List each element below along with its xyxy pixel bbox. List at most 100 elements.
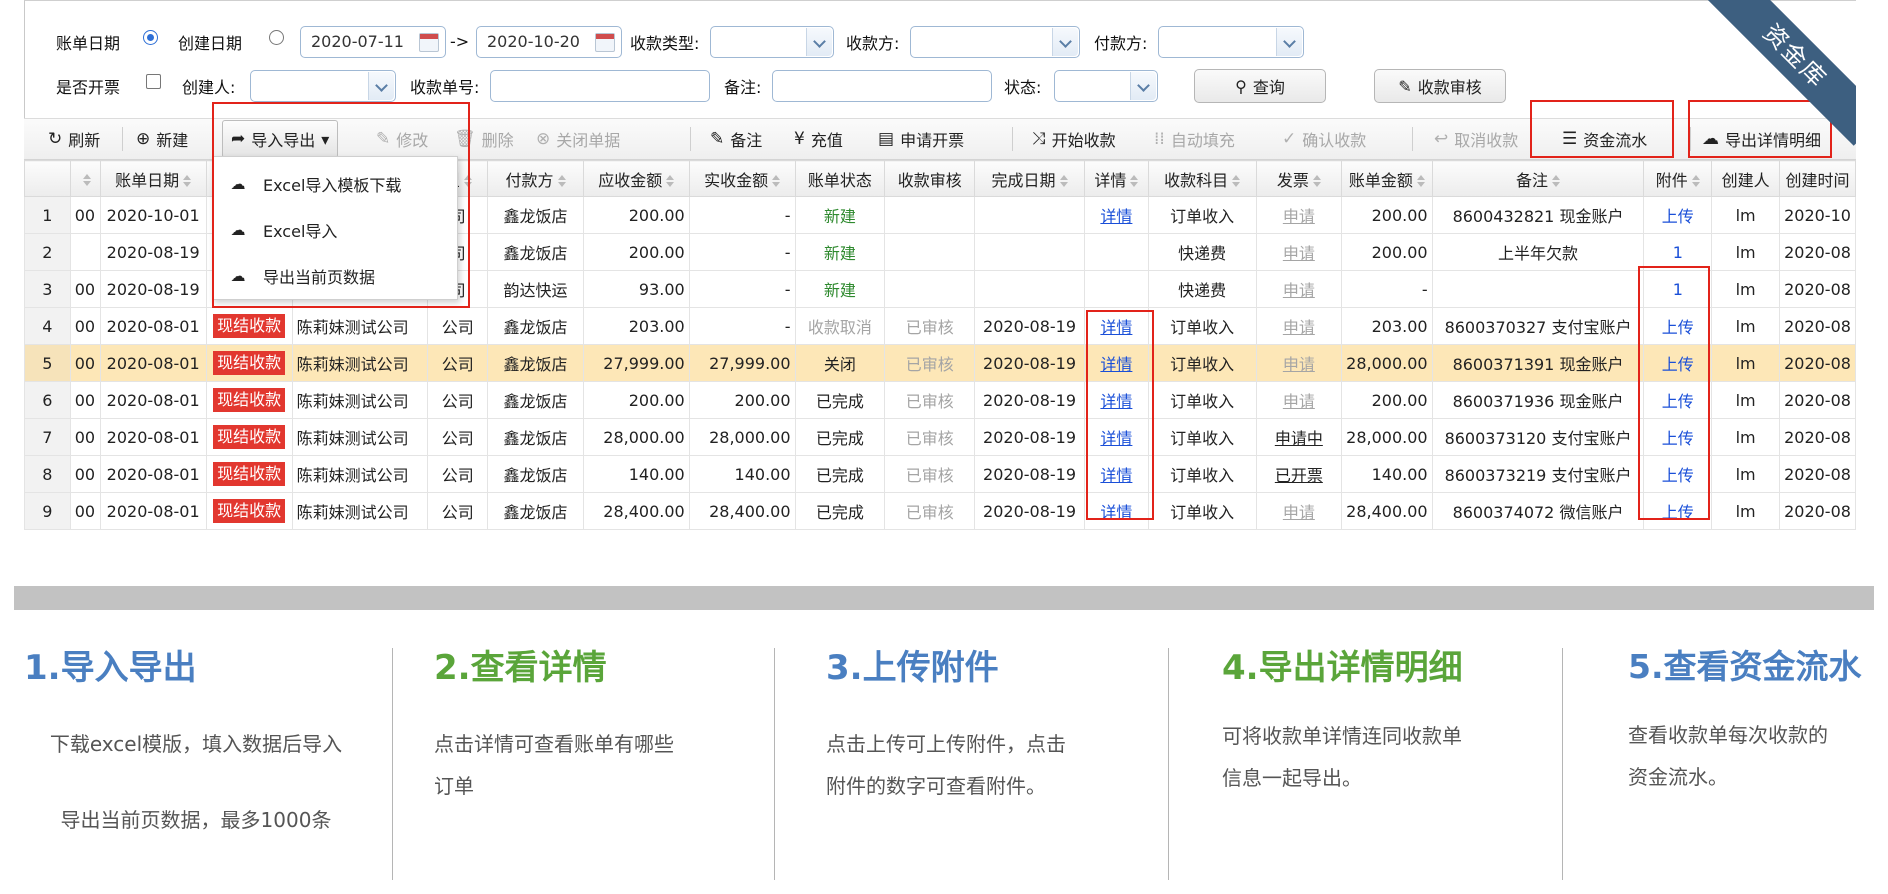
- date-to-input[interactable]: 2020-10-20: [476, 26, 622, 58]
- refresh-button[interactable]: ↻ 刷新: [48, 119, 100, 159]
- detail-link[interactable]: 详情: [1100, 318, 1132, 337]
- cell-invoice[interactable]: 申请: [1255, 381, 1343, 419]
- menu-item-export-page[interactable]: ☁ 导出当前页数据: [213, 253, 457, 299]
- cell-invoice[interactable]: 申请: [1255, 307, 1343, 345]
- column-header-subject[interactable]: 收款科目: [1147, 160, 1257, 197]
- detail-link[interactable]: 详情: [1100, 429, 1132, 448]
- column-header-detail[interactable]: 详情: [1083, 160, 1149, 197]
- cell-detail[interactable]: 详情: [1083, 418, 1149, 456]
- creator-select[interactable]: [250, 70, 396, 102]
- cell-invoice[interactable]: 申请: [1255, 196, 1343, 234]
- attachment-count-link[interactable]: 1: [1673, 280, 1683, 299]
- cell-invoice[interactable]: 已开票: [1255, 455, 1343, 493]
- cell-detail[interactable]: 详情: [1083, 344, 1149, 382]
- table-row[interactable]: 5 00 2020-08-01 现结收款 陈莉妹测试公司 公司 鑫龙饭店 27,999.00 2…: [24, 344, 1856, 382]
- cell-invoice[interactable]: 申请中: [1255, 418, 1343, 456]
- column-header-status[interactable]: 账单状态: [794, 160, 886, 197]
- receipt-no-input[interactable]: [490, 70, 710, 102]
- recharge-button[interactable]: ¥ 充值: [794, 119, 843, 159]
- column-header-invoice[interactable]: 发票: [1255, 160, 1343, 197]
- chevron-down-icon[interactable]: [1276, 28, 1302, 56]
- detail-link[interactable]: 详情: [1100, 207, 1132, 226]
- upload-link[interactable]: 上传: [1662, 466, 1694, 485]
- upload-link[interactable]: 上传: [1662, 318, 1694, 337]
- column-header-remark[interactable]: 备注: [1431, 160, 1645, 197]
- receipt-type-select[interactable]: [710, 26, 834, 58]
- invoice-link[interactable]: 申请中: [1275, 429, 1323, 448]
- cell-detail[interactable]: [1083, 233, 1149, 271]
- column-header-done-date[interactable]: 完成日期: [974, 160, 1085, 197]
- column-header-payer[interactable]: 付款方: [487, 160, 584, 197]
- invoice-link[interactable]: 申请: [1283, 318, 1315, 337]
- cell-attachment[interactable]: 上传: [1643, 492, 1713, 530]
- cell-detail[interactable]: 详情: [1083, 196, 1149, 234]
- invoice-link[interactable]: 申请: [1283, 355, 1315, 374]
- column-header-create-time[interactable]: 创建时间: [1779, 160, 1856, 197]
- review-button[interactable]: ✎ 收款审核: [1374, 69, 1506, 103]
- invoice-link[interactable]: 申请: [1283, 392, 1315, 411]
- create-date-radio[interactable]: [269, 30, 284, 45]
- fund-flow-button[interactable]: ☰ 资金流水: [1562, 119, 1647, 159]
- chevron-down-icon[interactable]: [806, 28, 832, 56]
- column-header-bill-date[interactable]: 账单日期: [99, 160, 207, 197]
- cell-detail[interactable]: 详情: [1083, 381, 1149, 419]
- start-receipt-button[interactable]: ⤨ 开始收款: [1032, 119, 1116, 159]
- column-header[interactable]: [69, 160, 101, 197]
- cancel-receipt-button[interactable]: ↩ 取消收款: [1434, 119, 1518, 159]
- upload-link[interactable]: 上传: [1662, 207, 1694, 226]
- chevron-down-icon[interactable]: [368, 72, 394, 100]
- date-from-input[interactable]: 2020-07-11: [300, 26, 446, 58]
- upload-link[interactable]: 上传: [1662, 503, 1694, 522]
- cell-attachment[interactable]: 1: [1643, 270, 1713, 308]
- invoice-link[interactable]: 申请: [1283, 281, 1315, 300]
- new-button[interactable]: ⊕ 新建: [136, 119, 188, 159]
- query-button[interactable]: ⚲ 查询: [1194, 69, 1326, 103]
- cell-invoice[interactable]: 申请: [1255, 344, 1343, 382]
- attachment-count-link[interactable]: 1: [1673, 243, 1683, 262]
- auto-fill-button[interactable]: ⁞⁞ 自动填充: [1154, 119, 1235, 159]
- cell-attachment[interactable]: 上传: [1643, 196, 1713, 234]
- edit-button[interactable]: ✎ 修改: [376, 119, 428, 159]
- invoice-link[interactable]: 已开票: [1275, 466, 1323, 485]
- cell-invoice[interactable]: 申请: [1255, 233, 1343, 271]
- payer-select[interactable]: [1158, 26, 1304, 58]
- confirm-receipt-button[interactable]: ✓ 确认收款: [1282, 119, 1366, 159]
- import-export-button[interactable]: ➦ 导入导出 ▾: [222, 120, 339, 158]
- table-row[interactable]: 4 00 2020-08-01 现结收款 陈莉妹测试公司 公司 鑫龙饭店 203.00- 收款取…: [24, 307, 1856, 345]
- upload-link[interactable]: 上传: [1662, 429, 1694, 448]
- cell-invoice[interactable]: 申请: [1255, 492, 1343, 530]
- detail-link[interactable]: 详情: [1100, 466, 1132, 485]
- cell-attachment[interactable]: 上传: [1643, 418, 1713, 456]
- column-header-review[interactable]: 收款审核: [884, 160, 976, 197]
- calendar-icon[interactable]: [595, 33, 615, 52]
- chevron-down-icon[interactable]: [1130, 72, 1156, 100]
- cell-attachment[interactable]: 上传: [1643, 344, 1713, 382]
- invoice-link[interactable]: 申请: [1283, 244, 1315, 263]
- cell-invoice[interactable]: 申请: [1255, 270, 1343, 308]
- column-header-creator[interactable]: 创建人: [1711, 160, 1781, 197]
- upload-link[interactable]: 上传: [1662, 392, 1694, 411]
- bill-date-radio[interactable]: [143, 30, 158, 45]
- column-header-due[interactable]: 应收金额: [582, 160, 690, 197]
- column-header-paid[interactable]: 实收金额: [688, 160, 796, 197]
- table-row[interactable]: 9 00 2020-08-01 现结收款 陈莉妹测试公司 公司 鑫龙饭店 28,400.00 2…: [24, 492, 1856, 530]
- payee-select[interactable]: [910, 26, 1080, 58]
- chevron-down-icon[interactable]: [1052, 28, 1078, 56]
- cell-detail[interactable]: 详情: [1083, 492, 1149, 530]
- table-row[interactable]: 6 00 2020-08-01 现结收款 陈莉妹测试公司 公司 鑫龙饭店 200.00 200.…: [24, 381, 1856, 419]
- table-row[interactable]: 8 00 2020-08-01 现结收款 陈莉妹测试公司 公司 鑫龙饭店 140.00 140.…: [24, 455, 1856, 493]
- cell-detail[interactable]: [1083, 270, 1149, 308]
- cell-attachment[interactable]: 上传: [1643, 381, 1713, 419]
- table-row[interactable]: 7 00 2020-08-01 现结收款 陈莉妹测试公司 公司 鑫龙饭店 28,000.00 2…: [24, 418, 1856, 456]
- invoice-link[interactable]: 申请: [1283, 207, 1315, 226]
- remark-button[interactable]: ✎ 备注: [710, 119, 762, 159]
- apply-invoice-button[interactable]: ▤ 申请开票: [878, 119, 964, 159]
- invoice-link[interactable]: 申请: [1283, 503, 1315, 522]
- status-select[interactable]: [1054, 70, 1158, 102]
- upload-link[interactable]: 上传: [1662, 355, 1694, 374]
- menu-item-excel-import[interactable]: ☁ Excel导入: [213, 207, 457, 253]
- detail-link[interactable]: 详情: [1100, 503, 1132, 522]
- detail-link[interactable]: 详情: [1100, 355, 1132, 374]
- cell-detail[interactable]: 详情: [1083, 307, 1149, 345]
- column-header-amount[interactable]: 账单金额: [1341, 160, 1433, 197]
